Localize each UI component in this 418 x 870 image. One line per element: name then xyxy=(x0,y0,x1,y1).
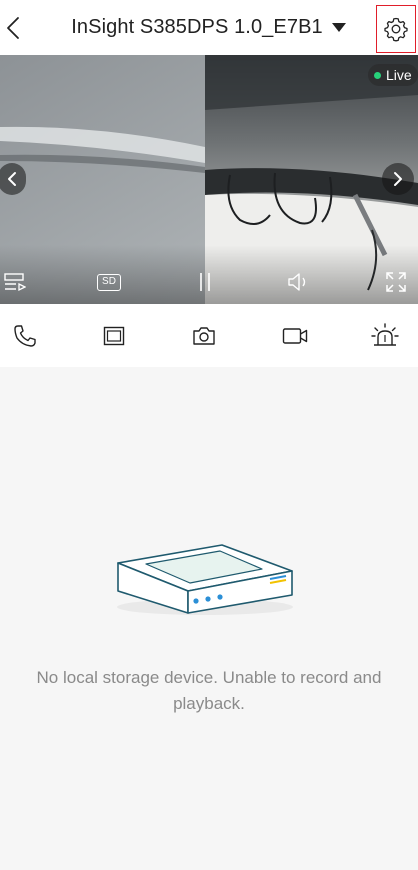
empty-state-message: No local storage device. Unable to recor… xyxy=(36,668,382,713)
video-record-icon xyxy=(282,328,308,344)
playlist-button[interactable] xyxy=(4,270,26,294)
device-title: InSight S385DPS 1.0_E7B1 xyxy=(71,16,323,38)
fullscreen-button[interactable] xyxy=(385,270,407,294)
gear-icon xyxy=(384,17,408,42)
live-video-feed[interactable]: Live SD xyxy=(0,55,418,304)
camera-icon xyxy=(193,327,215,345)
next-camera-button[interactable] xyxy=(382,163,414,195)
settings-button[interactable] xyxy=(376,5,416,53)
record-button[interactable] xyxy=(280,322,310,350)
volume-icon xyxy=(288,273,306,291)
device-selector[interactable]: InSight S385DPS 1.0_E7B1 xyxy=(0,0,418,55)
snapshot-button[interactable] xyxy=(189,322,219,350)
phone-icon xyxy=(14,325,36,347)
siren-button[interactable] xyxy=(370,322,400,350)
talk-button[interactable] xyxy=(10,322,40,350)
action-toolbar xyxy=(0,304,418,367)
volume-button[interactable] xyxy=(287,270,311,294)
top-bar: InSight S385DPS 1.0_E7B1 xyxy=(0,0,418,55)
alarm-siren-icon xyxy=(371,323,399,346)
sd-quality-icon: SD xyxy=(97,273,121,291)
live-status-dot xyxy=(374,71,381,79)
fullscreen-icon xyxy=(386,272,406,292)
live-badge: Live xyxy=(368,64,418,86)
previous-camera-button[interactable] xyxy=(0,163,26,195)
pause-button[interactable] xyxy=(195,270,215,294)
storage-device-illustration xyxy=(117,544,293,615)
live-label: Live xyxy=(386,67,412,83)
camera-feed-image xyxy=(0,55,418,304)
caret-down-icon xyxy=(331,22,347,34)
quality-button[interactable]: SD xyxy=(96,270,122,294)
chevron-right-icon xyxy=(394,172,402,186)
chevron-left-icon xyxy=(8,172,16,186)
split-screen-button[interactable] xyxy=(99,322,129,350)
storage-empty-state: No local storage device. Unable to recor… xyxy=(0,367,418,870)
playlist-icon xyxy=(4,273,26,292)
split-screen-icon xyxy=(103,326,125,346)
pause-icon xyxy=(200,273,210,291)
